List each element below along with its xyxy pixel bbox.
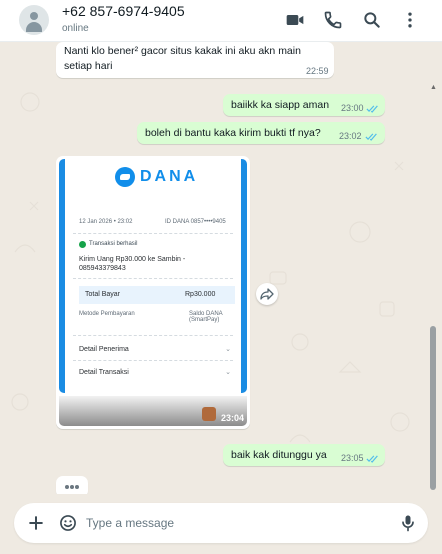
message-time: 22:59 — [306, 66, 329, 76]
video-call-icon[interactable] — [285, 10, 305, 30]
avatar-body-shape — [26, 22, 42, 32]
contact-name[interactable]: +62 857-6974-9405 — [62, 3, 185, 19]
forward-button[interactable] — [256, 283, 278, 305]
chevron-down-icon: ⌄ — [225, 346, 231, 353]
message-text-line: setiap hari — [64, 60, 113, 72]
message-time: 23:02 — [339, 131, 362, 141]
composer-bar — [14, 503, 428, 543]
avatar[interactable] — [19, 5, 49, 35]
voice-call-icon[interactable] — [323, 10, 343, 30]
microphone-icon[interactable] — [398, 513, 418, 533]
divider — [73, 360, 233, 361]
contact-status: online — [62, 23, 89, 34]
dana-receipt-image[interactable]: DANA 12 Jan 2026 • 23:02 ID DANA 0857•••… — [59, 159, 247, 393]
message-bubble-outgoing[interactable]: boleh di bantu kaka kirim bukti tf nya? … — [137, 122, 385, 144]
typing-dot — [70, 485, 74, 489]
success-check-icon — [79, 241, 86, 248]
message-bubble-outgoing[interactable]: baik kak ditunggu ya 23:05 — [223, 444, 385, 466]
search-icon[interactable] — [362, 10, 382, 30]
sticker-thumbnail — [202, 407, 216, 421]
typing-indicator — [56, 476, 88, 494]
scroll-up-arrow-icon[interactable]: ▲ — [430, 84, 437, 91]
method-value-line: (SmartPay) — [189, 317, 220, 323]
receipt-date: 12 Jan 2026 • 23:02 — [79, 219, 133, 225]
chat-area[interactable]: Nanti klo bener² gacor situs kakak ini a… — [0, 42, 442, 494]
receipt-id: ID DANA 0857••••9405 — [165, 219, 226, 225]
method-label: Metode Pembayaran — [79, 311, 135, 317]
message-input[interactable] — [86, 511, 386, 535]
message-bubble-outgoing[interactable]: baiikk ka siapp aman 23:00 — [223, 94, 385, 116]
dana-logo: DANA — [115, 167, 205, 187]
image-bottom-strip — [59, 396, 247, 426]
receipt-description-line: Kirim Uang Rp30.000 ke Sambin - — [79, 256, 186, 263]
chat-header: +62 857-6974-9405 online — [0, 0, 442, 42]
typing-dot — [65, 485, 69, 489]
typing-dot — [75, 485, 79, 489]
message-bubble-incoming[interactable]: Nanti klo bener² gacor situs kakak ini a… — [56, 42, 334, 78]
read-ticks-icon — [366, 455, 378, 463]
image-message-time: 23:04 — [221, 413, 245, 423]
message-text: baiikk ka siapp aman — [231, 99, 330, 111]
message-text: baik kak ditunggu ya — [231, 449, 327, 461]
message-text: Nanti klo bener² gacor situs kakak ini a… — [64, 44, 301, 74]
receipt-description: Kirim Uang Rp30.000 ke Sambin - 08594337… — [79, 255, 185, 273]
divider — [73, 335, 233, 336]
chevron-down-icon: ⌄ — [225, 369, 231, 376]
dana-logo-mark — [115, 167, 135, 187]
divider — [73, 233, 233, 234]
attach-plus-icon[interactable] — [26, 513, 46, 533]
dana-logo-wordmark: DANA — [140, 168, 199, 185]
receipt-paper: DANA 12 Jan 2026 • 23:02 ID DANA 0857•••… — [65, 159, 241, 393]
emoji-icon[interactable] — [58, 513, 78, 533]
transaction-details-label: Detail Transaksi — [79, 369, 129, 376]
scrollbar-thumb[interactable] — [430, 326, 436, 490]
message-time: 23:05 — [341, 453, 364, 463]
image-message[interactable]: DANA 12 Jan 2026 • 23:02 ID DANA 0857•••… — [56, 156, 250, 429]
read-ticks-icon — [365, 133, 377, 141]
forward-icon — [260, 288, 274, 300]
message-time: 23:00 — [341, 103, 364, 113]
total-value: Rp30.000 — [185, 291, 216, 298]
receipt-status: Transaksi berhasil — [89, 241, 138, 247]
total-label: Total Bayar — [85, 291, 121, 298]
read-ticks-icon — [366, 105, 378, 113]
divider — [73, 278, 233, 279]
recipient-details-label: Detail Penerima — [79, 346, 129, 353]
receipt-description-line: 085943379843 — [79, 265, 126, 272]
method-value: Saldo DANA (SmartPay) — [189, 311, 223, 323]
composer — [0, 494, 442, 554]
more-vert-icon[interactable] — [400, 10, 420, 30]
message-text-line: Nanti klo bener² gacor situs kakak ini a… — [64, 45, 301, 57]
avatar-head-shape — [30, 12, 38, 20]
message-text: boleh di bantu kaka kirim bukti tf nya? — [145, 127, 321, 139]
